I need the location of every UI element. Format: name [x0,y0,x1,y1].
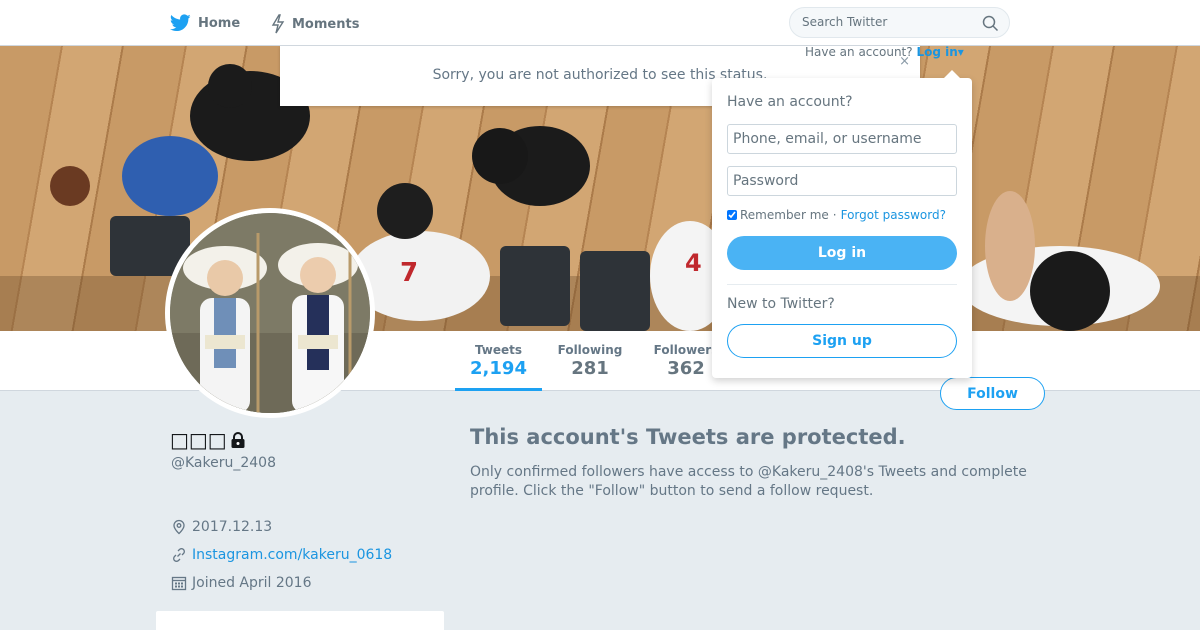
svg-text:7: 7 [400,258,418,288]
profile-name-text: □□□ [170,428,227,452]
remember-checkbox[interactable] [727,210,737,220]
stat-value: 2,194 [470,358,527,379]
signup-button[interactable]: Sign up [727,324,957,358]
profile-url-link[interactable]: Instagram.com/kakeru_0618 [192,547,392,563]
side-card [156,611,444,630]
protected-description: Only confirmed followers have access to … [470,464,1027,499]
nav-home[interactable]: Home [170,14,240,32]
profile-url: Instagram.com/kakeru_0618 [171,547,392,563]
calendar-icon [171,576,187,591]
stat-following[interactable]: Following 281 [546,331,634,391]
login-hint: Have an account? Log in▾ [805,45,964,59]
top-nav: Home Moments [0,0,1200,46]
login-title: Have an account? [727,94,853,110]
lock-icon [231,431,245,448]
stat-label: Following [557,343,623,357]
stat-tweets[interactable]: Tweets 2,194 [455,331,542,391]
joined-text: Joined April 2016 [192,575,312,591]
login-toggle[interactable]: Log in▾ [916,45,963,59]
follow-button[interactable]: Follow [940,377,1045,410]
protected-title: This account's Tweets are protected. [470,425,906,449]
remember-row: Remember me · Forgot password? [727,208,946,222]
login-hint-text: Have an account? [805,45,913,59]
profile-joined: Joined April 2016 [171,575,312,591]
link-icon [173,548,185,562]
location-pin-icon [173,519,185,535]
username-input[interactable] [727,124,957,154]
lightning-icon [271,14,285,34]
nav-moments[interactable]: Moments [271,14,359,34]
login-dropdown: Have an account? Remember me · Forgot pa… [712,70,972,378]
twitter-bird-icon [170,14,191,32]
new-to-twitter-label: New to Twitter? [727,296,835,312]
nav-moments-label: Moments [292,16,360,32]
stat-label: Tweets [474,343,523,357]
profile-handle[interactable]: @Kakeru_2408 [171,455,276,471]
remember-label: Remember me [740,208,829,222]
profile-location: 2017.12.13 [171,519,272,535]
password-input[interactable] [727,166,957,196]
location-text: 2017.12.13 [192,519,273,535]
login-toggle-label: Log in [916,45,958,59]
divider [727,284,957,285]
search-input[interactable] [802,15,972,29]
search-icon[interactable] [982,15,999,32]
svg-text:4: 4 [685,249,702,277]
avatar[interactable] [165,208,375,418]
stat-value: 281 [571,358,609,379]
search-box[interactable] [789,7,1010,38]
login-button[interactable]: Log in [727,236,957,270]
dropdown-caret [944,70,960,78]
nav-home-label: Home [198,15,241,31]
profile-name: □□□ [170,428,246,452]
caret-down-icon: ▾ [957,45,964,59]
forgot-password-link[interactable]: Forgot password? [841,208,946,222]
separator: · [832,208,837,222]
